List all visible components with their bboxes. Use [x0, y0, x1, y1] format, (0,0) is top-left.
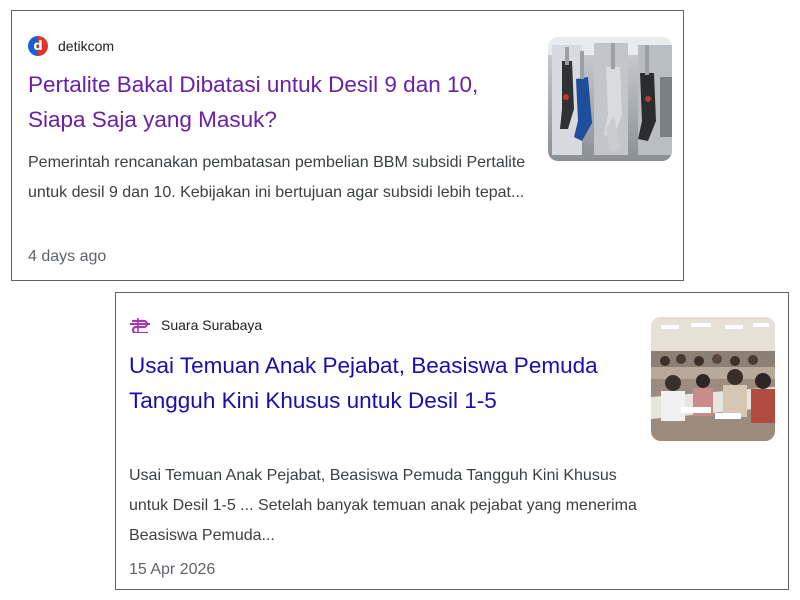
crowded-registration-hall-photo: [651, 317, 775, 441]
news-thumbnail[interactable]: [548, 37, 672, 161]
source-name: Suara Surabaya: [161, 317, 263, 333]
detik-logo-icon: d: [28, 36, 48, 56]
news-thumbnail[interactable]: [651, 317, 775, 441]
news-source[interactable]: Suara Surabaya: [129, 317, 262, 333]
news-date: 4 days ago: [28, 248, 107, 265]
news-result-card[interactable]: d detikcom Pertalite Bakal Dibatasi untu…: [11, 10, 684, 281]
fuel-pump-nozzles-photo: [548, 37, 672, 161]
source-name: detikcom: [58, 38, 115, 54]
news-source[interactable]: d detikcom: [28, 36, 114, 56]
news-title-link[interactable]: Pertalite Bakal Dibatasi untuk Desil 9 d…: [28, 67, 538, 137]
news-title-link[interactable]: Usai Temuan Anak Pejabat, Beasiswa Pemud…: [129, 348, 639, 418]
news-date: 15 Apr 2026: [129, 561, 216, 578]
news-snippet: Pemerintah rencanakan pembatasan pembeli…: [28, 154, 526, 201]
news-result-card[interactable]: Suara Surabaya Usai Temuan Anak Pejabat,…: [115, 292, 789, 590]
suara-surabaya-logo-icon: [130, 318, 150, 333]
news-snippet: Usai Temuan Anak Pejabat, Beasiswa Pemud…: [129, 467, 637, 544]
